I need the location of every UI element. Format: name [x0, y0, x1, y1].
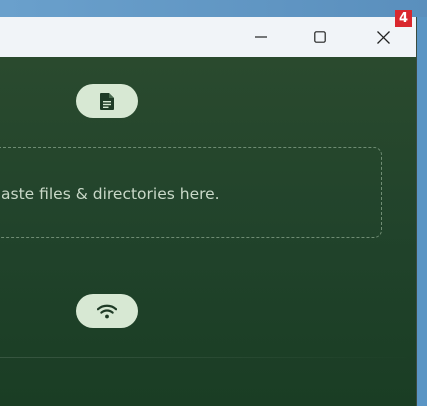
step-badge: 4	[395, 10, 412, 27]
drop-zone[interactable]: aste files & directories here.	[0, 147, 382, 238]
minimize-button[interactable]	[232, 17, 290, 57]
desktop-background-edge	[416, 17, 427, 406]
close-icon	[376, 30, 390, 44]
maximize-icon	[314, 31, 326, 43]
main-content: aste files & directories here.	[0, 57, 416, 406]
wifi-icon	[97, 304, 117, 318]
app-window: aste files & directories here.	[0, 17, 417, 406]
desktop-background	[0, 0, 427, 17]
maximize-button[interactable]	[291, 17, 349, 57]
document-icon	[100, 92, 114, 110]
minimize-icon	[255, 36, 267, 38]
title-bar	[0, 17, 416, 57]
add-file-button[interactable]	[76, 84, 138, 118]
network-button[interactable]	[76, 294, 138, 328]
section-divider	[0, 357, 416, 358]
drop-zone-label: aste files & directories here.	[1, 185, 220, 203]
